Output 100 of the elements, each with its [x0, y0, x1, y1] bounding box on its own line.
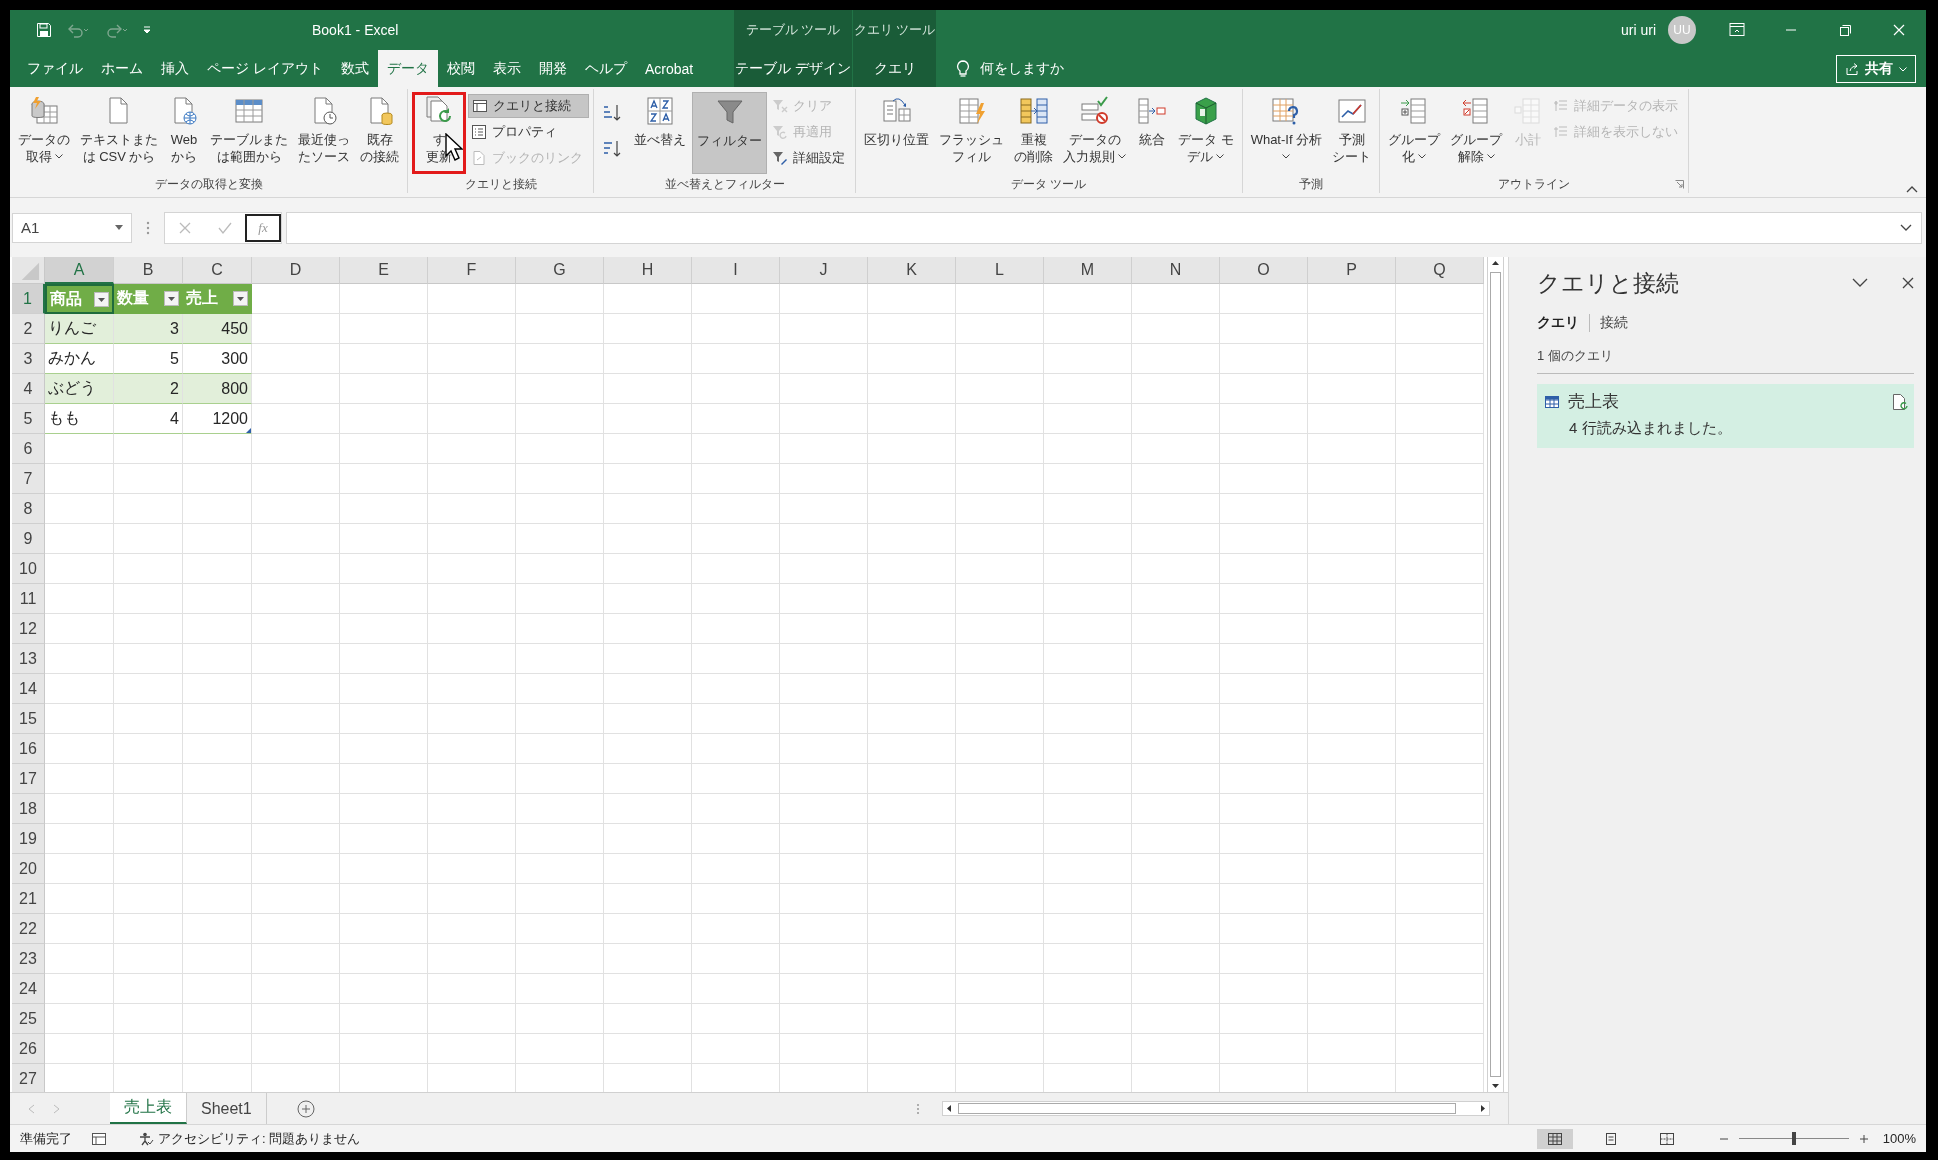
ribbon-button[interactable]: 区切り位置: [860, 92, 933, 174]
ribbon-tab[interactable]: データ: [377, 50, 438, 87]
ribbon-button[interactable]: クエリと接続: [468, 94, 589, 118]
filter-dropdown-icon[interactable]: [164, 291, 179, 306]
lightbulb-icon[interactable]: [956, 59, 970, 78]
row-header[interactable]: 12: [12, 614, 45, 644]
filter-dropdown-icon[interactable]: [233, 291, 248, 306]
ribbon-button[interactable]: フラッシュ フィル: [935, 92, 1008, 174]
ribbon-button[interactable]: データの 取得: [14, 92, 74, 174]
column-header[interactable]: Q: [1396, 257, 1484, 284]
refresh-document-icon[interactable]: [1892, 392, 1908, 411]
macro-sheet-icon[interactable]: [92, 1132, 106, 1145]
ribbon-button[interactable]: 既存 の接続: [356, 92, 403, 174]
row-header[interactable]: 26: [12, 1034, 45, 1064]
row-header[interactable]: 1: [12, 284, 45, 314]
ribbon-tab[interactable]: 数式: [331, 50, 378, 87]
row-header[interactable]: 16: [12, 734, 45, 764]
scroll-thumb[interactable]: [958, 1103, 1456, 1114]
row-header[interactable]: 18: [12, 794, 45, 824]
ribbon-tab[interactable]: テーブル デザイン: [734, 50, 852, 87]
row-header[interactable]: 6: [12, 434, 45, 464]
ribbon-tab[interactable]: 開発: [529, 50, 576, 87]
query-item[interactable]: 売上表 4 行読み込まれました。: [1537, 384, 1914, 448]
column-header[interactable]: L: [956, 257, 1044, 284]
add-sheet-icon[interactable]: [296, 1099, 315, 1118]
ribbon-button[interactable]: 並べ替え: [630, 92, 690, 174]
ribbon-tab[interactable]: 表示: [483, 50, 530, 87]
column-header[interactable]: P: [1308, 257, 1396, 284]
ribbon-button[interactable]: 最近使っ たソース: [294, 92, 354, 174]
name-box[interactable]: A1: [12, 212, 132, 243]
ribbon-tab[interactable]: 校閲: [437, 50, 484, 87]
filter-dropdown-icon[interactable]: [94, 291, 109, 307]
horizontal-scrollbar[interactable]: [942, 1101, 1490, 1116]
ribbon-button[interactable]: テキストまた は CSV から: [76, 92, 162, 174]
ribbon-tab[interactable]: Acrobat: [635, 50, 703, 87]
ribbon-button[interactable]: 統合: [1132, 92, 1172, 174]
table-cell[interactable]: りんご: [45, 314, 114, 344]
collapse-ribbon-icon[interactable]: [1906, 185, 1918, 193]
search-prompt[interactable]: 何をしますか: [980, 59, 1064, 78]
column-header[interactable]: O: [1220, 257, 1308, 284]
row-header[interactable]: 19: [12, 824, 45, 854]
table-cell[interactable]: 450: [183, 314, 252, 344]
share-button[interactable]: 共有: [1836, 55, 1916, 83]
row-header[interactable]: 13: [12, 644, 45, 674]
ribbon-button[interactable]: データの 入力規則: [1059, 92, 1130, 174]
accessibility-icon[interactable]: [138, 1131, 154, 1146]
row-header[interactable]: 3: [12, 344, 45, 374]
ribbon-button[interactable]: グループ 化: [1384, 92, 1445, 174]
column-header[interactable]: K: [868, 257, 956, 284]
panel-tab[interactable]: 接続: [1589, 314, 1638, 332]
ribbon-button[interactable]: フィルター: [692, 92, 767, 174]
column-header[interactable]: G: [516, 257, 604, 284]
column-header[interactable]: N: [1132, 257, 1220, 284]
customize-caret-icon[interactable]: [142, 25, 152, 35]
table-cell[interactable]: 3: [114, 314, 183, 344]
dialog-launcher-icon[interactable]: [1675, 180, 1685, 189]
ribbon-button[interactable]: テーブルまた は範囲から: [206, 92, 292, 174]
row-header[interactable]: 22: [12, 914, 45, 944]
column-header[interactable]: A: [45, 257, 114, 284]
ribbon-tab[interactable]: クエリ: [853, 50, 936, 87]
ribbon-button[interactable]: Web から: [164, 92, 204, 174]
table-cell[interactable]: 2: [114, 374, 183, 404]
ribbon-tab[interactable]: ヘルプ: [575, 50, 636, 87]
column-header[interactable]: C: [183, 257, 252, 284]
ribbon-tab[interactable]: 挿入: [152, 50, 198, 87]
column-header[interactable]: B: [114, 257, 183, 284]
row-header[interactable]: 9: [12, 524, 45, 554]
row-header[interactable]: 11: [12, 584, 45, 614]
column-header[interactable]: J: [780, 257, 868, 284]
ribbon-button[interactable]: プロパティ: [468, 120, 589, 144]
resize-handle-icon[interactable]: [246, 428, 251, 433]
ribbon-button[interactable]: 詳細設定: [769, 146, 851, 170]
slider-thumb[interactable]: [1791, 1132, 1796, 1145]
ribbon-tab[interactable]: ファイル: [18, 50, 92, 87]
panel-tab[interactable]: クエリ: [1537, 314, 1589, 332]
accessibility-status[interactable]: アクセシビリティ: 問題ありません: [158, 1129, 361, 1148]
row-header[interactable]: 14: [12, 674, 45, 704]
row-header[interactable]: 21: [12, 884, 45, 914]
normal-view-icon[interactable]: [1536, 1128, 1573, 1149]
vertical-scrollbar[interactable]: [1487, 257, 1504, 1092]
sheet-tab[interactable]: 売上表: [110, 1093, 187, 1124]
close-icon[interactable]: [1902, 277, 1914, 289]
row-header[interactable]: 7: [12, 464, 45, 494]
row-header[interactable]: 5: [12, 404, 45, 434]
ribbon-button[interactable]: 重複 の削除: [1010, 92, 1057, 174]
row-header[interactable]: 25: [12, 1004, 45, 1034]
formula-input[interactable]: [286, 211, 1922, 244]
row-header[interactable]: 23: [12, 944, 45, 974]
column-header[interactable]: F: [428, 257, 516, 284]
row-header[interactable]: 20: [12, 854, 45, 884]
table-cell[interactable]: 800: [183, 374, 252, 404]
row-header[interactable]: 17: [12, 764, 45, 794]
chevron-down-icon[interactable]: [1852, 278, 1868, 288]
ribbon-button[interactable]: 予測 シート: [1328, 92, 1376, 174]
row-header[interactable]: 24: [12, 974, 45, 1004]
column-header[interactable]: M: [1044, 257, 1132, 284]
zoom-in-icon[interactable]: [1858, 1133, 1869, 1144]
ribbon-button[interactable]: What-If 分析: [1246, 92, 1327, 174]
zoom-level[interactable]: 100%: [1882, 1131, 1916, 1146]
row-header[interactable]: 27: [12, 1064, 45, 1092]
